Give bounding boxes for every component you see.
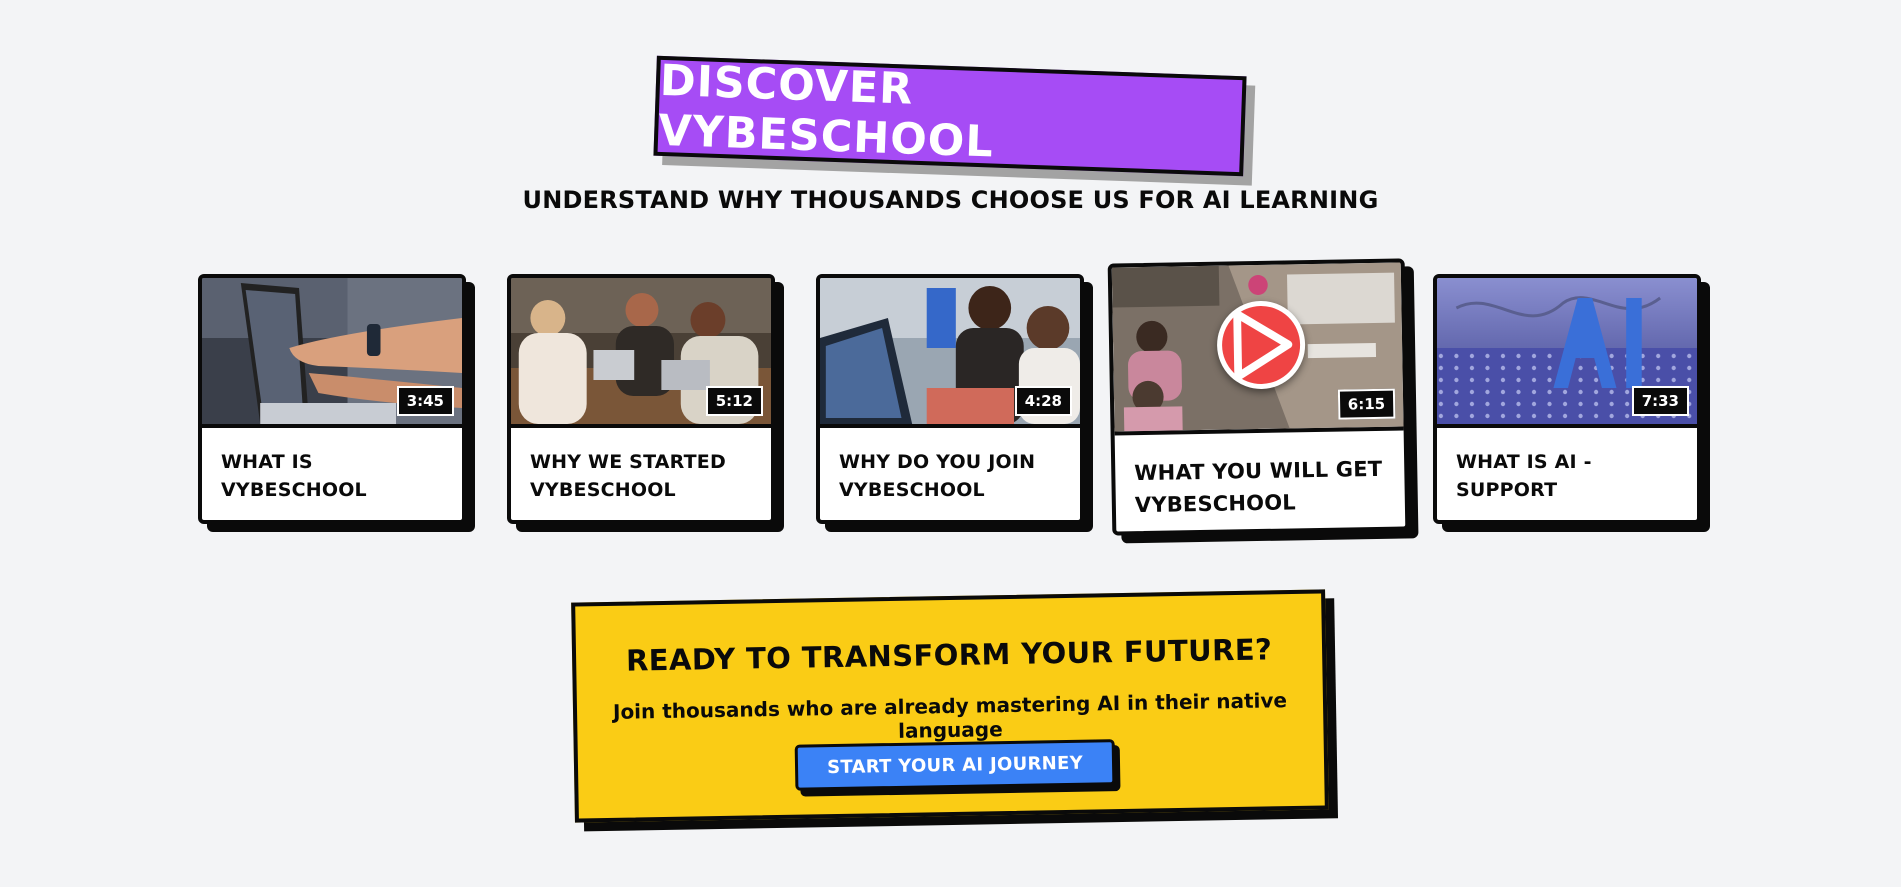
hero-title: DISCOVER VYBESCHOOL — [653, 55, 1247, 177]
video-duration: 6:15 — [1337, 388, 1396, 420]
video-title[interactable]: WHAT YOU WILL GET VYBESCHOOL — [1115, 430, 1405, 521]
video-card-what-is-ai[interactable]: 7:33 WHAT IS AI - SUPPORT — [1433, 274, 1701, 524]
video-title[interactable]: WHAT IS AI - SUPPORT — [1437, 428, 1697, 504]
video-title[interactable]: WHAT IS VYBESCHOOL — [202, 428, 462, 504]
video-thumbnail[interactable]: 6:15 — [1111, 262, 1404, 436]
cta-title: READY TO TRANSFORM YOUR FUTURE? — [625, 632, 1273, 678]
video-thumbnail[interactable]: 4:28 — [820, 278, 1080, 428]
video-card-why-join[interactable]: 4:28 WHY DO YOU JOIN VYBESCHOOL — [816, 274, 1084, 524]
cta-subtitle: Join thousands who are already mastering… — [612, 688, 1288, 743]
cta-button-wrap[interactable]: START YOUR AI JOURNEY — [794, 739, 1121, 797]
video-duration: 5:12 — [705, 386, 763, 416]
video-card-what-is-vybeschool[interactable]: 3:45 WHAT IS VYBESCHOOL — [198, 274, 466, 524]
video-thumbnail[interactable]: 5:12 — [511, 278, 771, 428]
video-thumbnail[interactable]: 7:33 — [1437, 278, 1697, 428]
play-button[interactable] — [1216, 300, 1306, 390]
cta-panel: READY TO TRANSFORM YOUR FUTURE? Join tho… — [571, 589, 1339, 832]
start-journey-button[interactable]: START YOUR AI JOURNEY — [794, 739, 1116, 791]
play-icon — [1233, 310, 1293, 381]
video-card-what-you-get[interactable]: 6:15 WHAT YOU WILL GET VYBESCHOOL — [1107, 258, 1410, 536]
video-title[interactable]: WHY WE STARTED VYBESCHOOL — [511, 428, 771, 504]
hero-title-banner: DISCOVER VYBESCHOOL — [653, 55, 1256, 186]
video-card-why-we-started[interactable]: 5:12 WHY WE STARTED VYBESCHOOL — [507, 274, 775, 524]
hero-subtitle: UNDERSTAND WHY THOUSANDS CHOOSE US FOR A… — [522, 186, 1379, 214]
cta-box: READY TO TRANSFORM YOUR FUTURE? Join tho… — [571, 589, 1329, 823]
video-duration: 3:45 — [396, 386, 454, 416]
video-duration: 7:33 — [1631, 386, 1689, 416]
video-thumbnail[interactable]: 3:45 — [202, 278, 462, 428]
video-title[interactable]: WHY DO YOU JOIN VYBESCHOOL — [820, 428, 1080, 504]
video-duration: 4:28 — [1014, 386, 1072, 416]
